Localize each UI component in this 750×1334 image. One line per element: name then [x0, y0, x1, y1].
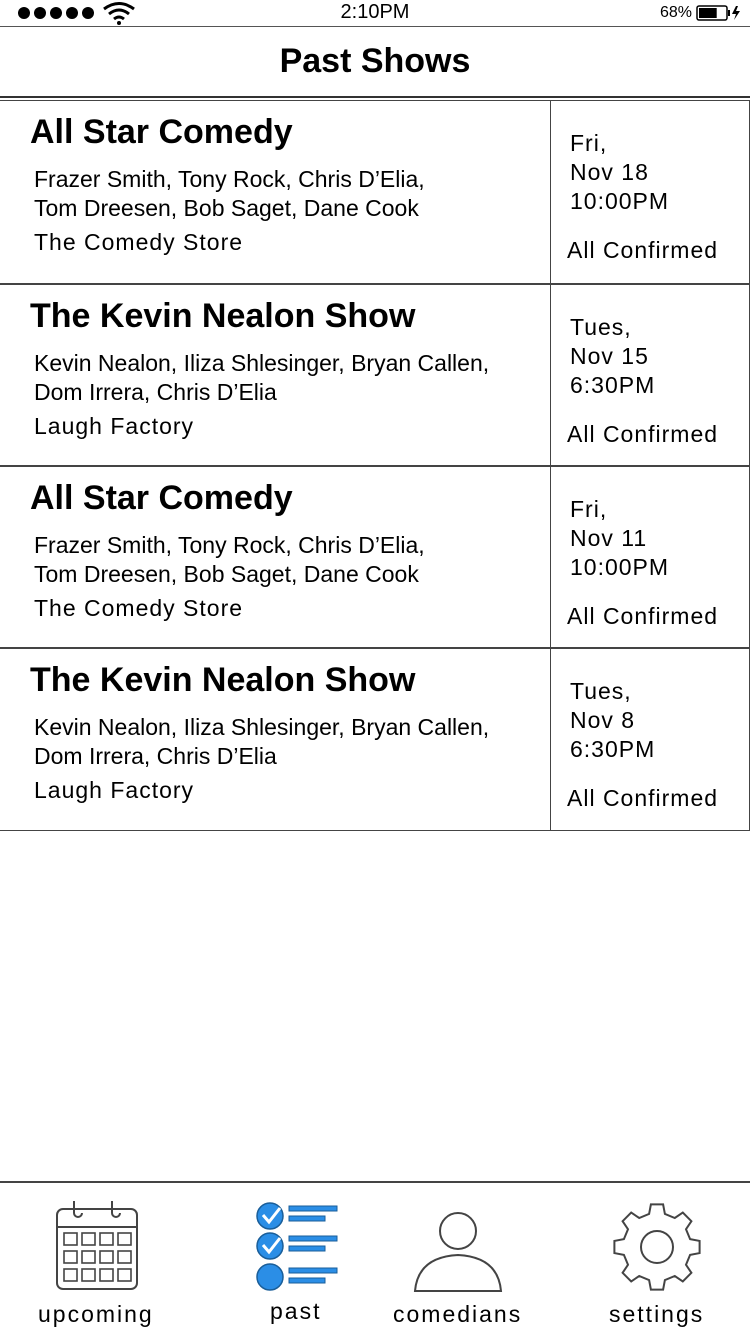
- show-venue: The Comedy Store: [34, 595, 244, 621]
- status-time: 2:10PM: [340, 1, 410, 23]
- show-lineup: Frazer Smith, Tony Rock, Chris D’Elia, T…: [34, 531, 544, 589]
- show-date: Nov 15: [570, 343, 649, 369]
- show-card[interactable]: The Kevin Nealon Show Kevin Nealon, Iliz…: [0, 648, 750, 831]
- show-info: The Kevin Nealon Show Kevin Nealon, Iliz…: [0, 649, 550, 830]
- show-card[interactable]: The Kevin Nealon Show Kevin Nealon, Iliz…: [0, 284, 750, 466]
- tab-upcoming[interactable]: upcoming: [20, 1183, 180, 1334]
- show-time: 10:00PM: [570, 188, 670, 214]
- calendar-icon: [56, 1201, 138, 1290]
- tab-label: settings: [609, 1301, 705, 1327]
- show-meta: Tues, Nov 15 6:30PM All Confirmed: [550, 285, 749, 465]
- show-date: Nov 18: [570, 159, 649, 185]
- show-date: Nov 11: [570, 525, 648, 551]
- nav-header: Past Shows: [0, 26, 750, 98]
- tab-bar: upcoming past comedians settings: [0, 1181, 750, 1334]
- show-time: 10:00PM: [570, 554, 670, 580]
- show-lineup: Kevin Nealon, Iliza Shlesinger, Bryan Ca…: [34, 713, 544, 771]
- lineup-line: Dom Irrera, Chris D’Elia: [34, 743, 277, 769]
- lineup-line: Frazer Smith, Tony Rock, Chris D’Elia,: [34, 166, 425, 192]
- show-meta: Tues, Nov 8 6:30PM All Confirmed: [550, 649, 749, 830]
- gear-icon: [613, 1203, 701, 1291]
- show-datetime: Fri, Nov 18 10:00PM: [570, 129, 669, 216]
- show-venue: Laugh Factory: [34, 413, 195, 439]
- show-info: All Star Comedy Frazer Smith, Tony Rock,…: [0, 101, 550, 283]
- person-icon: [413, 1212, 503, 1292]
- battery-charging-icon: [696, 5, 740, 21]
- lineup-line: Dom Irrera, Chris D’Elia: [34, 379, 277, 405]
- lineup-line: Frazer Smith, Tony Rock, Chris D’Elia,: [34, 532, 425, 558]
- confirmation-status: All Confirmed: [567, 421, 719, 447]
- show-title: All Star Comedy: [30, 479, 293, 517]
- show-time: 6:30PM: [570, 372, 656, 398]
- show-venue: The Comedy Store: [34, 229, 244, 255]
- show-datetime: Tues, Nov 15 6:30PM: [570, 313, 655, 400]
- show-meta: Fri, Nov 18 10:00PM All Confirmed: [550, 101, 749, 283]
- tab-settings[interactable]: settings: [595, 1183, 725, 1334]
- tab-comedians[interactable]: comedians: [385, 1183, 535, 1334]
- show-title: All Star Comedy: [30, 113, 293, 151]
- show-day: Tues,: [570, 314, 632, 340]
- tab-label: past: [270, 1298, 322, 1324]
- show-day: Fri,: [570, 130, 608, 156]
- confirmation-status: All Confirmed: [567, 603, 719, 629]
- checklist-icon: [256, 1202, 338, 1291]
- show-lineup: Frazer Smith, Tony Rock, Chris D’Elia, T…: [34, 165, 544, 223]
- show-day: Fri,: [570, 496, 608, 522]
- show-title: The Kevin Nealon Show: [30, 297, 416, 335]
- tab-past[interactable]: past: [230, 1183, 360, 1334]
- tab-label: comedians: [393, 1301, 523, 1327]
- show-lineup: Kevin Nealon, Iliza Shlesinger, Bryan Ca…: [34, 349, 544, 407]
- show-time: 6:30PM: [570, 736, 656, 762]
- page-title: Past Shows: [279, 42, 471, 80]
- tab-label: upcoming: [38, 1301, 154, 1327]
- show-venue: Laugh Factory: [34, 777, 195, 803]
- lineup-line: Kevin Nealon, Iliza Shlesinger, Bryan Ca…: [34, 350, 490, 376]
- battery-percent: 68%: [659, 4, 692, 21]
- confirmation-status: All Confirmed: [567, 237, 719, 263]
- show-title: The Kevin Nealon Show: [30, 661, 416, 699]
- show-datetime: Tues, Nov 8 6:30PM: [570, 677, 655, 764]
- show-date: Nov 8: [570, 707, 636, 733]
- confirmation-status: All Confirmed: [567, 785, 719, 811]
- status-bar: 2:10PM 68%: [0, 0, 750, 26]
- show-datetime: Fri, Nov 11 10:00PM: [570, 495, 669, 582]
- lineup-line: Tom Dreesen, Bob Saget, Dane Cook: [34, 195, 419, 221]
- lineup-line: Kevin Nealon, Iliza Shlesinger, Bryan Ca…: [34, 714, 490, 740]
- show-day: Tues,: [570, 678, 632, 704]
- show-card[interactable]: All Star Comedy Frazer Smith, Tony Rock,…: [0, 100, 750, 284]
- show-info: All Star Comedy Frazer Smith, Tony Rock,…: [0, 467, 550, 647]
- show-info: The Kevin Nealon Show Kevin Nealon, Iliz…: [0, 285, 550, 465]
- show-card[interactable]: All Star Comedy Frazer Smith, Tony Rock,…: [0, 466, 750, 648]
- show-meta: Fri, Nov 11 10:00PM All Confirmed: [550, 467, 749, 647]
- lineup-line: Tom Dreesen, Bob Saget, Dane Cook: [34, 561, 419, 587]
